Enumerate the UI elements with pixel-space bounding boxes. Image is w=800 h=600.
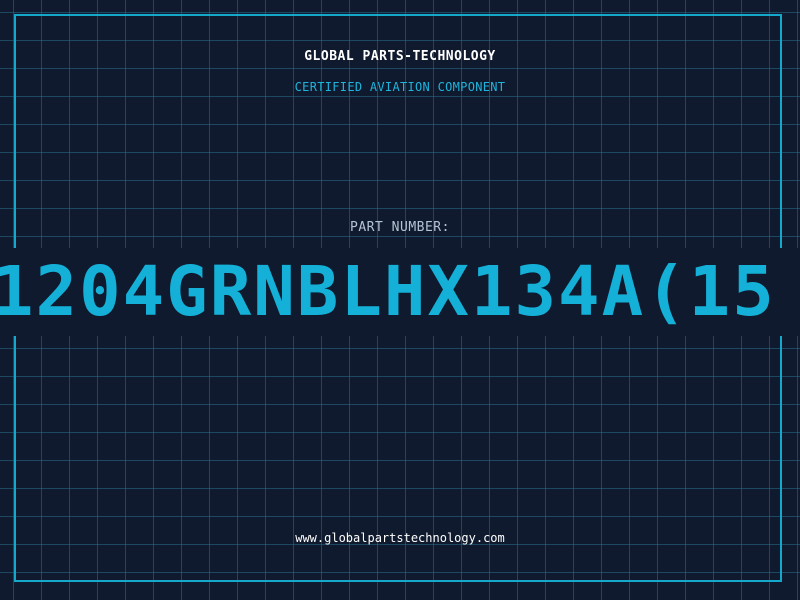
part-number-label: PART NUMBER: — [350, 220, 450, 235]
part-number-value: 1204GRNBLHX134A(15 — [0, 252, 776, 332]
certification-subtitle: CERTIFIED AVIATION COMPONENT — [294, 80, 506, 94]
certificate-card: GLOBAL PARTS-TECHNOLOGY CERTIFIED AVIATI… — [0, 0, 800, 600]
company-name: GLOBAL PARTS-TECHNOLOGY — [304, 49, 496, 64]
website-url: www.globalpartstechnology.com — [295, 531, 505, 545]
part-number-band: 1204GRNBLHX134A(15 — [0, 248, 800, 336]
